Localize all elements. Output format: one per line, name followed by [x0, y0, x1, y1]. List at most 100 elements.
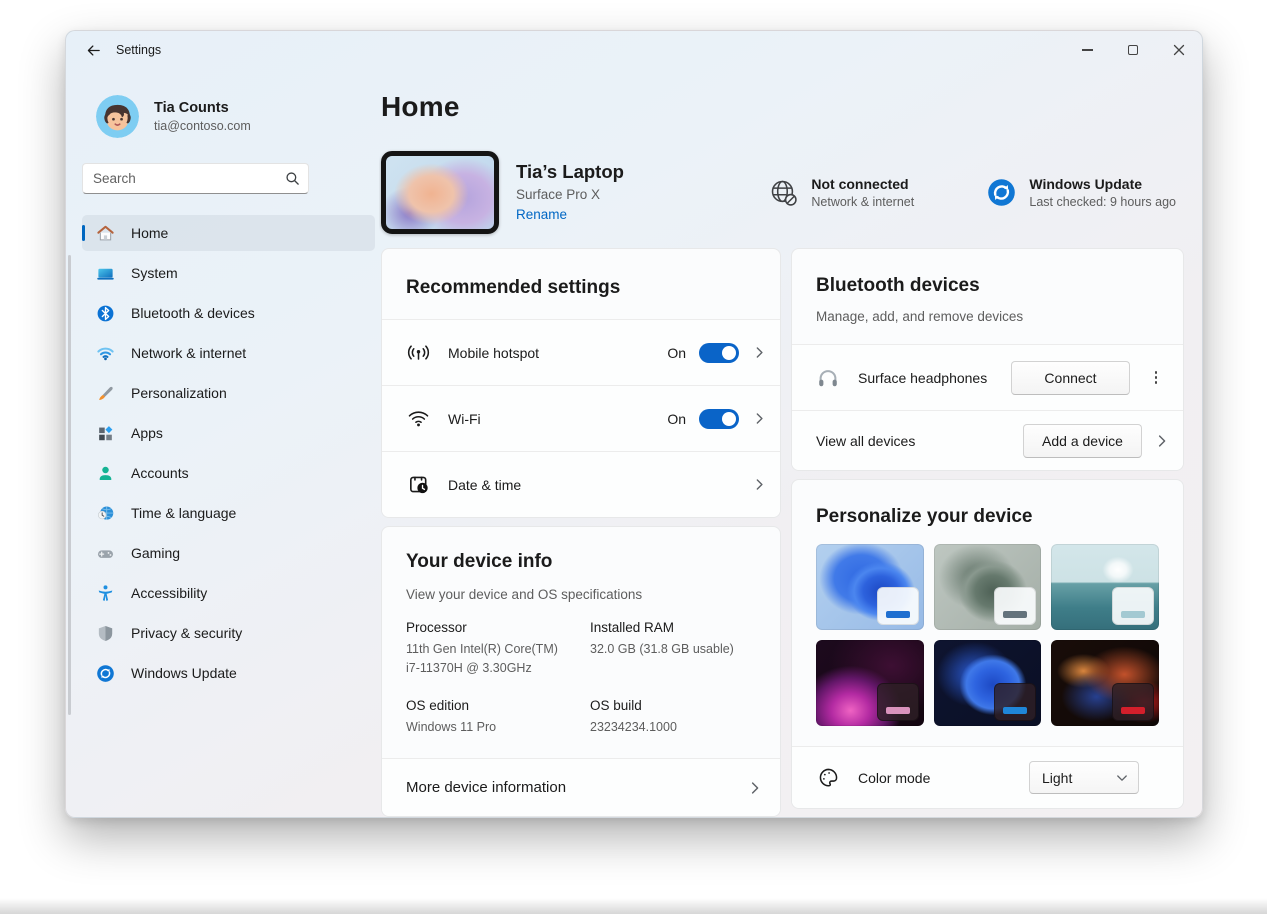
mobile-hotspot-toggle[interactable]: [699, 342, 739, 363]
theme-thumbnail-purple-crescent-dark[interactable]: [816, 640, 924, 726]
gaming-icon: [95, 543, 115, 563]
sidebar-item-apps[interactable]: Apps: [82, 415, 375, 451]
card-title: Recommended settings: [406, 277, 621, 298]
rename-link[interactable]: Rename: [516, 207, 567, 222]
spec-ram: Installed RAM 32.0 GB (31.8 GB usable): [590, 620, 756, 678]
spec-label: Installed RAM: [590, 620, 675, 635]
more-options-button[interactable]: [1143, 365, 1169, 391]
status-tile-network[interactable]: Not connected Network & internet: [768, 176, 940, 209]
datetime-icon: [406, 473, 430, 497]
avatar: [96, 95, 139, 138]
wifi-icon: [406, 407, 430, 431]
search-box: [82, 163, 309, 194]
card-title: Bluetooth devices: [816, 275, 980, 296]
apps-icon: [95, 423, 115, 443]
screen-bottom-shadow: [0, 898, 1267, 914]
sidebar-scrollbar[interactable]: [68, 255, 71, 715]
view-all-devices-label: View all devices: [816, 432, 916, 449]
theme-thumbnail-windows-bloom-light[interactable]: [816, 544, 924, 630]
profile-email: tia@contoso.com: [154, 119, 251, 133]
row-wifi[interactable]: Wi-Fi On: [382, 385, 780, 451]
card-subtitle: View your device and OS specifications: [406, 587, 643, 602]
close-icon: [1173, 44, 1185, 56]
sidebar-item-label: Windows Update: [131, 665, 237, 681]
row-mobile-hotspot[interactable]: Mobile hotspot On: [382, 319, 780, 385]
add-device-button[interactable]: Add a device: [1023, 423, 1142, 458]
back-button[interactable]: [78, 37, 108, 63]
chevron-right-icon: [748, 781, 762, 795]
status-subtitle: Last checked: 9 hours ago: [1029, 194, 1176, 209]
search-input[interactable]: [93, 171, 285, 186]
sidebar-item-network-internet[interactable]: Network & internet: [82, 335, 375, 371]
maximize-button[interactable]: [1110, 31, 1156, 69]
toggle-state-label: On: [667, 410, 686, 427]
more-device-info-row[interactable]: More device information: [382, 758, 780, 817]
more-device-info-label: More device information: [406, 779, 567, 797]
bluetooth-icon: [95, 303, 115, 323]
spec-value: 11th Gen Intel(R) Core(TM) i7-11370H @ 3…: [406, 642, 558, 675]
view-all-devices-row[interactable]: View all devices Add a device: [792, 410, 1183, 470]
search-icon: [285, 171, 300, 186]
chevron-down-icon: [1116, 772, 1128, 784]
sidebar-item-label: Home: [131, 225, 169, 241]
status-tile-windows-update[interactable]: Windows Update Last checked: 9 hours ago: [986, 176, 1176, 209]
sidebar-item-time-language[interactable]: Time & language: [82, 495, 375, 531]
close-button[interactable]: [1156, 31, 1202, 69]
theme-grid: [792, 544, 1183, 726]
personalize-card: Personalize your device Color mode Light: [791, 479, 1184, 809]
bluetooth-device-row: Surface headphones Connect: [792, 344, 1183, 410]
settings-window: Settings Tia Counts tia@contoso.com Sear…: [65, 30, 1203, 818]
color-mode-value: Light: [1042, 769, 1073, 786]
sidebar-item-privacy-security[interactable]: Privacy & security: [82, 615, 375, 651]
wifi-toggle[interactable]: [699, 408, 739, 429]
titlebar: Settings: [66, 31, 1202, 69]
main-content: Home Tia’s Laptop Surface Pro X Rename N…: [379, 69, 1202, 817]
color-mode-label: Color mode: [858, 769, 931, 786]
theme-thumbnail-sage-bloom-light[interactable]: [933, 544, 1042, 630]
minimize-icon: [1081, 49, 1093, 51]
connect-button[interactable]: Connect: [1011, 360, 1130, 395]
spec-os-edition: OS edition Windows 11 Pro: [406, 698, 590, 737]
device-hero: Tia’s Laptop Surface Pro X Rename Not co…: [381, 150, 1184, 234]
sidebar-item-system[interactable]: System: [82, 255, 375, 291]
theme-preview-overlay: [876, 587, 919, 625]
sidebar-item-label: Privacy & security: [131, 625, 243, 641]
theme-thumbnail-sunrise-beach-light[interactable]: [1051, 544, 1159, 630]
privacy-icon: [95, 623, 115, 643]
card-title: Your device info: [406, 551, 553, 572]
windows-update-icon: [95, 663, 115, 683]
recommended-settings-card: Recommended settings Mobile hotspot On W…: [381, 248, 781, 518]
card-title: Personalize your device: [816, 506, 1033, 527]
minimize-button[interactable]: [1064, 31, 1110, 69]
row-date-time[interactable]: Date & time: [382, 451, 780, 517]
accounts-icon: [95, 463, 115, 483]
device-name: Tia’s Laptop: [516, 160, 624, 182]
color-mode-select[interactable]: Light: [1029, 761, 1139, 794]
device-model: Surface Pro X: [516, 186, 601, 202]
device-info-card: Your device info View your device and OS…: [381, 526, 781, 817]
page-title: Home: [381, 91, 460, 122]
bluetooth-devices-card: Bluetooth devices Manage, add, and remov…: [791, 248, 1184, 471]
back-arrow-icon: [86, 43, 101, 58]
sidebar-item-label: Accessibility: [131, 585, 208, 601]
sidebar-item-accessibility[interactable]: Accessibility: [82, 575, 375, 611]
sidebar-item-personalization[interactable]: Personalization: [82, 375, 375, 411]
theme-preview-overlay: [994, 587, 1037, 625]
maximize-icon: [1128, 45, 1138, 55]
sidebar-item-gaming[interactable]: Gaming: [82, 535, 375, 571]
sidebar-item-label: Apps: [131, 425, 163, 441]
chevron-right-icon: [752, 478, 766, 492]
theme-thumbnail-windows-bloom-dark[interactable]: [933, 640, 1042, 726]
sidebar-item-label: Personalization: [131, 385, 227, 401]
sidebar-item-accounts[interactable]: Accounts: [82, 455, 375, 491]
theme-thumbnail-abstract-flow-dark[interactable]: [1051, 640, 1159, 726]
sidebar-item-bluetooth-devices[interactable]: Bluetooth & devices: [82, 295, 375, 331]
sidebar: Tia Counts tia@contoso.com Home: [66, 69, 379, 817]
globe-offline-icon: [768, 177, 798, 207]
chevron-right-icon: [752, 346, 766, 360]
accessibility-icon: [95, 583, 115, 603]
sidebar-item-windows-update[interactable]: Windows Update: [82, 655, 375, 691]
sidebar-item-home[interactable]: Home: [82, 215, 375, 251]
sidebar-item-label: Time & language: [131, 505, 237, 521]
theme-preview-overlay: [876, 683, 919, 721]
